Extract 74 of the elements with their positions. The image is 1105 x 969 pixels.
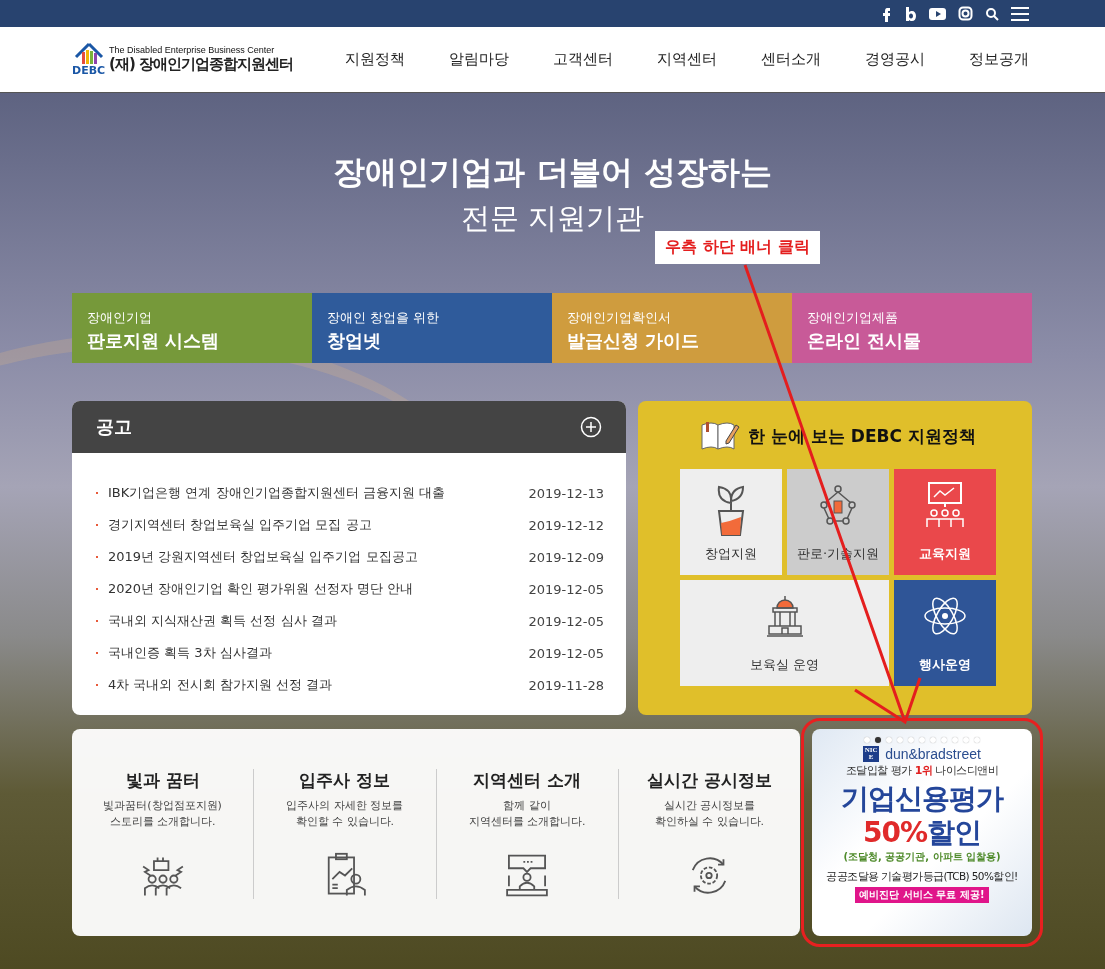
menu-icon[interactable] — [1011, 5, 1029, 22]
nav-link[interactable]: 지역센터 — [635, 50, 739, 69]
notice-date: 2019-12-13 — [528, 485, 604, 501]
notice-link[interactable]: IBK기업은행 연계 장애인기업종합지원센터 금융지원 대출 — [108, 484, 529, 502]
quick-link-card[interactable]: 장애인기업제품 온라인 전시물 — [792, 293, 1032, 363]
notice-title: 공고 — [96, 415, 132, 439]
nav-link[interactable]: 경영공시 — [843, 50, 947, 69]
quick-link-caption: 장애인기업확인서 — [567, 309, 672, 327]
annotation-callout: 우측 하단 배너 클릭 — [655, 231, 820, 264]
carousel-dot[interactable] — [908, 737, 914, 743]
notice-date: 2019-12-09 — [528, 549, 604, 565]
facebook-icon[interactable] — [880, 5, 892, 22]
notice-link[interactable]: 4차 국내외 전시회 참가지원 선정 결과 — [108, 676, 529, 694]
notice-date: 2019-12-12 — [528, 517, 604, 533]
notice-link[interactable]: 경기지역센터 창업보육실 입주기업 모집 공고 — [108, 516, 529, 534]
open-book-pencil-icon — [700, 419, 741, 453]
quick-link-caption: 장애인기업제품 — [807, 309, 899, 327]
policy-tile[interactable]: 보육실 운영 — [680, 580, 889, 686]
banner-headline: 기업신용평가 — [841, 781, 1003, 817]
banner-highlight: 예비진단 서비스 무료 제공! — [855, 887, 989, 903]
policy-tile[interactable]: 교육지원 — [894, 469, 996, 575]
logo-mark-text: DEBC — [72, 64, 106, 77]
discount-number: 50% — [863, 818, 927, 848]
quick-link-title: 발급신청 가이드 — [567, 329, 701, 353]
carousel-dot[interactable] — [897, 737, 903, 743]
youtube-icon[interactable] — [929, 5, 946, 22]
carousel-dot[interactable] — [919, 737, 925, 743]
nav-link[interactable]: 지원정책 — [323, 50, 427, 69]
blog-icon[interactable] — [904, 5, 917, 22]
quick-link-title: 온라인 전시물 — [807, 329, 923, 353]
notice-link[interactable]: 국내인증 획득 3차 심사결과 — [108, 644, 529, 662]
notice-date: 2019-12-05 — [528, 581, 604, 597]
notice-date: 2019-11-28 — [528, 677, 604, 693]
service-title[interactable]: 지역센터 소개 — [473, 769, 582, 792]
service-description: 실시간 공시정보를 확인하실 수 있습니다. — [654, 798, 765, 830]
nav-link[interactable]: 센터소개 — [739, 50, 843, 69]
carousel-dot[interactable] — [875, 737, 881, 743]
hero-subtitle: 전문 지원기관 — [460, 200, 645, 237]
service-description: 입주사의 자세한 정보를 확인할 수 있습니다. — [286, 798, 404, 830]
plus-icon[interactable] — [580, 416, 602, 438]
search-icon[interactable] — [985, 6, 999, 21]
quick-link-title: 창업넷 — [327, 329, 382, 353]
nav-link[interactable]: 알림마당 — [427, 50, 531, 69]
service-description: 함께 같이 지역센터를 소개합니다. — [468, 798, 586, 830]
notice-link[interactable]: 2020년 장애인기업 확인 평가위원 선정자 명단 안내 — [108, 580, 529, 598]
banner-detail: 공공조달용 기술평가등급(TCB) 50%할인! — [826, 870, 1018, 884]
notice-link[interactable]: 국내외 지식재산권 획득 선정 심사 결과 — [108, 612, 529, 630]
policy-tile[interactable]: 창업지원 — [680, 469, 782, 575]
quick-link-caption: 장애인기업 — [87, 309, 153, 327]
quick-link-card[interactable]: 장애인 창업을 위한 창업넷 — [312, 293, 552, 363]
service-description: 빛과꿈터(창업점포지원) 스토리를 소개합니다. — [103, 798, 222, 830]
service-title[interactable]: 입주사 정보 — [299, 769, 391, 792]
carousel-dot[interactable] — [886, 737, 892, 743]
notice-date: 2019-12-05 — [528, 613, 604, 629]
nav-link[interactable]: 정보공개 — [947, 50, 1051, 69]
logo-english-text: The Disabled Enterprise Business Center — [109, 45, 276, 55]
banner-tagline: 조달입찰 평가 1위 나이스디앤비 — [845, 763, 999, 778]
carousel-dot[interactable] — [864, 737, 870, 743]
discount-word: 할인 — [927, 818, 981, 848]
notice-date: 2019-12-05 — [528, 645, 604, 661]
brand-name: dun&bradstreet — [885, 746, 981, 762]
logo-icon — [72, 42, 105, 64]
service-title[interactable]: 실시간 공시정보 — [646, 769, 772, 792]
nav-link[interactable]: 고객센터 — [531, 50, 635, 69]
hero-title: 장애인기업과 더불어 성장하는 — [333, 152, 772, 193]
instagram-icon[interactable] — [958, 6, 973, 21]
notice-link[interactable]: 2019년 강원지역센터 창업보육실 입주기업 모집공고 — [108, 548, 529, 566]
quick-link-title: 판로지원 시스템 — [87, 329, 221, 353]
service-title[interactable]: 빛과 꿈터 — [125, 769, 200, 792]
policy-title: 한 눈에 보는 DEBC 지원정책 — [748, 424, 976, 448]
policy-tile[interactable]: 행사운영 — [894, 580, 996, 686]
quick-link-caption: 장애인 창업을 위한 — [327, 309, 441, 327]
banner-note: (조달청, 공공기관, 아파트 입찰용) — [843, 850, 1001, 864]
logo-korean-text: (재) 장애인기업종합지원센터 — [109, 55, 294, 74]
